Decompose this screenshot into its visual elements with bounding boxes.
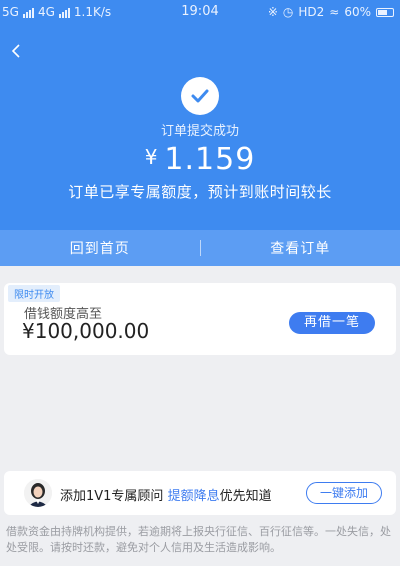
advisor-text-highlight: 提额降息 [167, 489, 220, 504]
advisor-text-prefix: 添加1V1专属顾问 [60, 489, 164, 504]
battery-percent: 60% [344, 5, 371, 19]
back-button[interactable] [6, 40, 26, 64]
advisor-avatar-icon [24, 479, 52, 507]
amount-value: 1.159 [164, 142, 256, 177]
avatar [24, 479, 52, 507]
order-amount: ¥1.159 [0, 142, 400, 177]
success-title: 订单提交成功 [160, 124, 239, 139]
status-bar: 5G 4G 1.1K/s 19:04 ※ ◷ HD2 ≈ 60% [0, 0, 400, 24]
credit-limit-amount: ¥100,000.00 [22, 319, 150, 343]
advisor-text-suffix: 优先知道 [219, 489, 272, 504]
order-success-page: 5G 4G 1.1K/s 19:04 ※ ◷ HD2 ≈ 60% 订单提交成功 [0, 0, 400, 566]
limited-badge: 限时开放 [8, 285, 60, 302]
status-right: ※ ◷ HD2 ≈ 60% [268, 0, 394, 24]
hd-label: HD2 [298, 5, 325, 19]
advisor-text: 添加1V1专属顾问 提额降息优先知道 [60, 485, 272, 504]
bluetooth-icon: ※ [267, 5, 278, 19]
success-badge [181, 77, 219, 115]
action-bar: 回到首页 查看订单 [0, 230, 400, 266]
battery-icon [376, 7, 394, 17]
wifi-icon: ≈ [329, 5, 340, 19]
currency-symbol: ¥ [144, 145, 159, 169]
arrival-notice: 订单已享专属额度，预计到账时间较长 [68, 183, 332, 201]
result-header: 订单提交成功 ¥1.159 订单已享专属额度，预计到账时间较长 [0, 24, 400, 230]
add-advisor-button[interactable]: 一键添加 [306, 482, 382, 504]
alarm-icon: ◷ [282, 5, 294, 19]
advisor-bar: 添加1V1专属顾问 提额降息优先知道 一键添加 [4, 471, 396, 515]
disclaimer-text: 借款资金由持牌机构提供，若逾期将上报央行征信、百行征信等。一处失信，处处受限。请… [6, 525, 391, 554]
check-icon [191, 89, 209, 103]
home-button[interactable]: 回到首页 [0, 238, 200, 258]
view-order-button[interactable]: 查看订单 [201, 238, 400, 258]
borrow-again-button[interactable]: 再借一笔 [289, 312, 375, 334]
chevron-left-icon [11, 44, 20, 58]
